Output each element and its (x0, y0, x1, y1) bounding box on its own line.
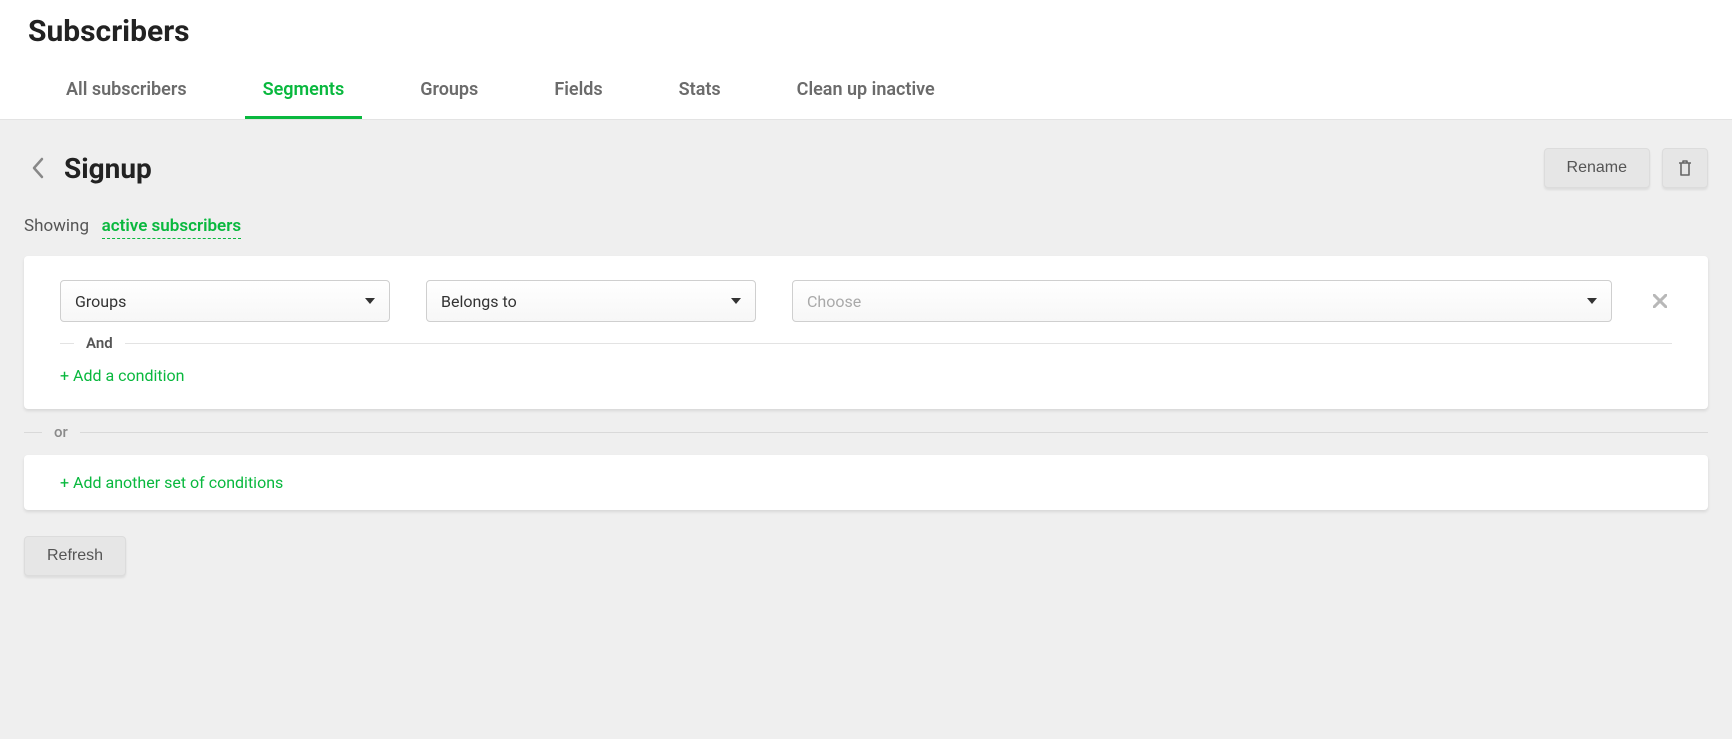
tab-stats[interactable]: Stats (661, 69, 739, 119)
chevron-left-icon (31, 157, 45, 179)
and-divider: And (60, 334, 1672, 352)
condition-row: Groups Belongs to Choose (60, 280, 1672, 322)
trash-icon (1677, 159, 1693, 177)
add-condition-link[interactable]: + Add a condition (60, 366, 1672, 385)
tab-fields[interactable]: Fields (536, 69, 620, 119)
close-icon (1653, 294, 1667, 308)
showing-prefix: Showing (24, 216, 89, 236)
showing-filter-link[interactable]: active subscribers (102, 216, 241, 239)
delete-button[interactable] (1662, 148, 1708, 188)
field-select[interactable]: Groups (60, 280, 390, 322)
tab-segments[interactable]: Segments (245, 69, 363, 119)
back-button[interactable] (24, 154, 52, 182)
or-divider: or (24, 423, 1708, 441)
value-select[interactable]: Choose (792, 280, 1612, 322)
caret-down-icon (365, 298, 375, 304)
field-select-value: Groups (75, 292, 126, 311)
refresh-button[interactable]: Refresh (24, 536, 126, 576)
and-label: And (86, 334, 113, 352)
remove-condition-button[interactable] (1648, 289, 1672, 313)
value-select-placeholder: Choose (807, 292, 861, 311)
tabs-nav: All subscribers Segments Groups Fields S… (28, 69, 1704, 119)
add-condition-set-link[interactable]: + Add another set of conditions (60, 473, 1672, 492)
page-title: Subscribers (28, 14, 1704, 49)
condition-set-card: Groups Belongs to Choose (24, 256, 1708, 409)
operator-select[interactable]: Belongs to (426, 280, 756, 322)
operator-select-value: Belongs to (441, 292, 517, 311)
caret-down-icon (731, 298, 741, 304)
tab-all-subscribers[interactable]: All subscribers (48, 69, 205, 119)
add-set-card: + Add another set of conditions (24, 455, 1708, 510)
tab-groups[interactable]: Groups (402, 69, 496, 119)
caret-down-icon (1587, 298, 1597, 304)
rename-button[interactable]: Rename (1544, 148, 1650, 188)
segment-name: Signup (64, 152, 152, 185)
tab-clean-up-inactive[interactable]: Clean up inactive (779, 69, 953, 119)
or-label: or (54, 423, 68, 441)
showing-filter: Showing active subscribers (24, 216, 1708, 236)
